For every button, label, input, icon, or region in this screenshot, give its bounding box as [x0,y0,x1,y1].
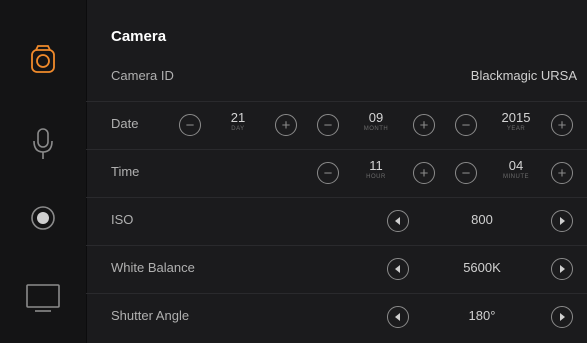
microphone-icon [33,128,53,159]
iso-row: ISO 800 [86,197,587,244]
iso-prev-button[interactable] [387,210,409,232]
sidebar-item-record[interactable] [0,176,86,260]
time-row: Time − 11 HOUR + − 04 MINUTE + [86,149,587,196]
white-balance-row: White Balance 5600K [86,245,587,292]
arrow-left-icon [395,265,400,273]
plus-icon: + [419,164,429,182]
camera-id-row[interactable]: Camera ID Blackmagic URSA [86,54,587,100]
day-value: 21 DAY [230,110,246,132]
sidebar-item-camera[interactable] [0,18,86,102]
white-balance-next-button[interactable] [551,258,573,280]
month-increment-button[interactable]: + [413,114,435,136]
shutter-angle-row: Shutter Angle 180° [86,293,587,340]
camera-icon [31,45,55,73]
year-decrement-button[interactable]: − [455,114,477,136]
settings-panel: Camera Camera ID Blackmagic URSA Date − … [86,0,587,343]
hour-value: 11 HOUR [366,158,386,180]
minus-icon: − [185,116,195,134]
minute-value: 04 MINUTE [503,158,529,180]
arrow-left-icon [395,217,400,225]
minus-icon: − [461,116,471,134]
sidebar-item-audio[interactable] [0,102,86,186]
camera-id-value[interactable]: Blackmagic URSA [471,68,577,83]
section-title: Camera [111,28,167,45]
month-value: 09 MONTH [363,110,389,132]
sidebar-item-display[interactable] [0,256,86,340]
arrow-right-icon [560,265,565,273]
shutter-angle-next-button[interactable] [551,306,573,328]
date-row: Date − 21 DAY + − 09 MONTH + − 2015 YEAR… [86,101,587,148]
minute-increment-button[interactable]: + [551,162,573,184]
hour-decrement-button[interactable]: − [317,162,339,184]
plus-icon: + [419,116,429,134]
arrow-right-icon [560,217,565,225]
iso-label: ISO [111,212,134,227]
time-label: Time [111,164,140,179]
year-value: 2015 YEAR [501,110,531,132]
iso-next-button[interactable] [551,210,573,232]
shutter-angle-label: Shutter Angle [111,308,190,323]
white-balance-prev-button[interactable] [387,258,409,280]
record-icon [31,206,55,230]
hour-increment-button[interactable]: + [413,162,435,184]
plus-icon: + [281,116,291,134]
arrow-right-icon [560,313,565,321]
month-decrement-button[interactable]: − [317,114,339,136]
iso-value: 800 [471,212,493,227]
year-increment-button[interactable]: + [551,114,573,136]
shutter-angle-value: 180° [468,308,496,323]
shutter-angle-prev-button[interactable] [387,306,409,328]
arrow-left-icon [395,313,400,321]
day-decrement-button[interactable]: − [179,114,201,136]
sidebar [0,0,87,343]
white-balance-label: White Balance [111,260,195,275]
plus-icon: + [557,164,567,182]
minute-decrement-button[interactable]: − [455,162,477,184]
date-label: Date [111,116,139,131]
plus-icon: + [557,116,567,134]
day-increment-button[interactable]: + [275,114,297,136]
minus-icon: − [323,116,333,134]
monitor-icon [26,284,60,312]
minus-icon: − [461,164,471,182]
minus-icon: − [323,164,333,182]
white-balance-value: 5600K [463,260,501,275]
camera-id-label: Camera ID [111,68,174,83]
